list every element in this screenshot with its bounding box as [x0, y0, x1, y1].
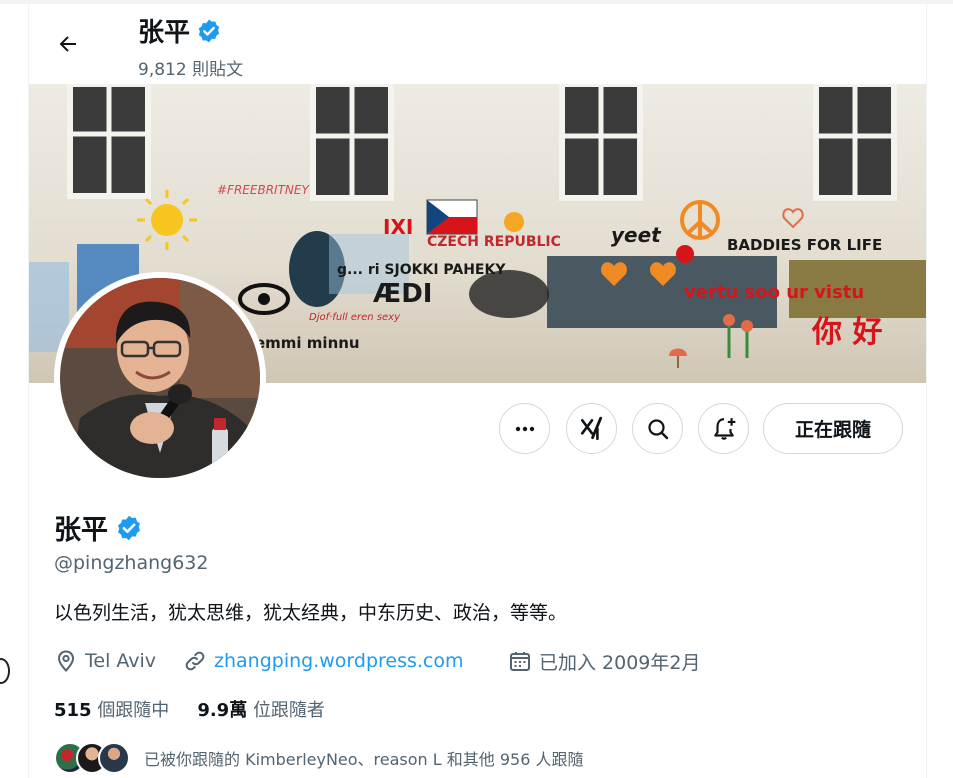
following-link[interactable]: 515 個跟隨中 [54, 696, 169, 722]
more-dots-icon [515, 426, 534, 431]
graffiti-nihao: 你 好 [811, 315, 882, 350]
more-options-button[interactable] [499, 403, 550, 454]
graffiti-djof: Djof·full eren sexy [309, 312, 401, 323]
back-button[interactable] [52, 28, 84, 60]
profile-bio: 以色列生活，犹太思维，犹太经典，中东历史、政治，等等。 [54, 602, 568, 624]
grok-icon [580, 416, 602, 440]
graffiti-ixi: IXI [383, 215, 413, 239]
graffiti-baddies: BADDIES FOR LIFE [727, 236, 882, 254]
following-count: 515 [54, 700, 92, 721]
calendar-icon [510, 652, 530, 671]
followed-by-avatars [54, 740, 134, 776]
avatar-photo [60, 278, 260, 478]
graffiti-sjokki: g... ri SJOKKI PAHEKY [337, 262, 506, 278]
location-text: Tel Aviv [85, 650, 157, 672]
czech-flag-drawing [426, 199, 478, 235]
followers-label: 位跟隨者 [252, 700, 325, 721]
search-profile-button[interactable] [632, 403, 683, 454]
profile-name: 张平 [54, 515, 108, 546]
verified-badge-icon[interactable] [115, 514, 143, 542]
arrow-left-icon [59, 36, 76, 52]
column-border-right [926, 4, 927, 778]
grok-button[interactable] [566, 403, 617, 454]
followed-by-text: 已被你跟隨的 KimberleyNeo、reason L 和其他 956 人跟隨 [144, 750, 584, 769]
joined-text: 已加入 2009年2月 [539, 651, 701, 674]
graffiti-yeet: yeet [611, 223, 662, 247]
location-item: Tel Aviv [54, 648, 156, 674]
following-label: 個跟隨中 [97, 700, 170, 721]
profile-avatar[interactable] [54, 272, 266, 484]
website-link[interactable]: zhangping.wordpress.com [214, 650, 464, 672]
profile-handle: @pingzhang632 [54, 552, 209, 574]
top-divider [0, 0, 953, 4]
graffiti-free-britney: #FREEBRITNEY [217, 183, 310, 197]
notifications-button[interactable] [698, 403, 749, 454]
joined-item: 已加入 2009年2月 [508, 648, 700, 674]
graffiti-czech: CZECH REPUBLIC [427, 234, 561, 250]
header-name: 张平 [138, 18, 191, 48]
graffiti-emmi: emmi minnu [255, 334, 360, 352]
search-icon [647, 418, 668, 439]
followed-by-row[interactable]: 已被你跟隨的 KimberleyNeo、reason L 和其他 956 人跟隨 [54, 740, 584, 776]
followers-count: 9.9萬 [197, 700, 248, 721]
verified-badge-icon [198, 19, 220, 42]
following-button[interactable]: 正在跟隨 [763, 403, 903, 454]
link-icon [185, 651, 205, 671]
location-pin-icon [57, 650, 75, 672]
website-item: zhangping.wordpress.com [183, 648, 464, 674]
follow-stats: 515 個跟隨中 9.9萬 位跟隨者 [54, 696, 325, 722]
graffiti-vertu: vertu soo ur vistu [684, 282, 864, 303]
graffiti-aedi: ÆDI [373, 279, 432, 309]
partial-scroll-glyph [0, 658, 10, 684]
followers-link[interactable]: 9.9萬 位跟隨者 [197, 696, 325, 722]
bell-plus-icon [713, 417, 735, 440]
avatar [98, 742, 130, 774]
header-title: 张平 [138, 12, 222, 49]
profile-name-row: 张平 [54, 508, 143, 547]
post-count: 9,812 則貼文 [138, 60, 244, 80]
